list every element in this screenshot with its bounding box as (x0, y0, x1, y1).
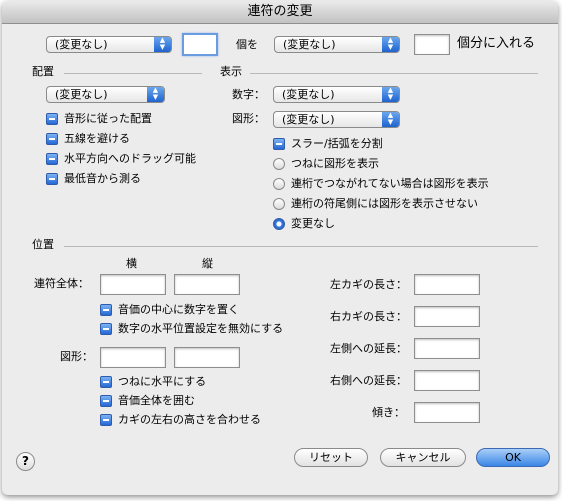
left-extension-label: 左側への延長： (330, 342, 407, 355)
label-horizontal-drag: 水平方向へのドラッグ可能 (64, 152, 196, 165)
shape-position-label: 図形： (60, 350, 93, 363)
left-extension-field[interactable] (414, 338, 480, 359)
label-ko: 個を (236, 38, 258, 51)
number-label: 数字： (232, 88, 265, 101)
whole-vertical-field[interactable] (174, 274, 240, 295)
checkbox-always-flat[interactable] (100, 376, 112, 388)
popup-value: (変更なし) (55, 88, 108, 101)
label-stem-side: 連桁の符尾側には図形を表示させない (291, 197, 478, 210)
right-extension-label: 右側への延長： (330, 374, 407, 387)
checkbox-horizontal-drag[interactable] (46, 153, 58, 165)
ok-button[interactable]: OK (476, 448, 550, 467)
popup-value: (変更なし) (282, 88, 335, 101)
popup-arrows-icon: ▲ ▼ (154, 37, 171, 52)
popup-arrows-icon: ▲ ▼ (382, 112, 399, 127)
whole-horizontal-field[interactable] (100, 274, 166, 295)
shape-horizontal-field[interactable] (100, 347, 166, 368)
label-into: 個分に入れる (457, 36, 536, 51)
label-always-flat: つねに水平にする (118, 375, 207, 388)
tuplet-count-popup[interactable]: (変更なし) ▲ ▼ (46, 36, 172, 53)
label-unbeamed-shape: 連桁でつながれてない場合は図形を表示 (291, 177, 489, 190)
shape-vertical-field[interactable] (174, 347, 240, 368)
radio-unbeamed-shape[interactable] (273, 178, 285, 190)
checkbox-avoid-staff[interactable] (46, 133, 58, 145)
label-match-hooks: カギの左右の高さを合わせる (118, 413, 261, 426)
col-horizontal: 横 (126, 257, 137, 270)
slope-label: 傾き： (372, 406, 405, 419)
checkbox-ignore-horizontal[interactable] (100, 323, 112, 335)
popup-value: (変更なし) (55, 38, 108, 51)
label-lowest-note: 最低音から測る (64, 172, 141, 185)
tuplet-dialog-window: 連符の変更 (変更なし) ▲ ▼ 個を (変更なし) ▲ ▼ 個分に入れる 配置 (… (2, 1, 558, 495)
slope-field[interactable] (414, 402, 480, 423)
checkbox-match-shape[interactable] (46, 113, 58, 125)
placement-separator (64, 73, 202, 74)
number-popup[interactable]: (変更なし) ▲ ▼ (273, 86, 400, 103)
help-button[interactable]: ? (16, 452, 35, 471)
right-extension-field[interactable] (414, 370, 480, 391)
placement-heading: 配置 (32, 65, 54, 78)
cancel-button[interactable]: キャンセル (380, 448, 466, 467)
label-no-change: 変更なし (291, 217, 335, 230)
display-heading: 表示 (220, 65, 242, 78)
checkbox-match-hooks[interactable] (100, 414, 112, 426)
label-center-number: 音価の中心に数字を置く (118, 303, 239, 316)
label-avoid-staff: 五線を避ける (64, 132, 130, 145)
placement-popup[interactable]: (変更なし) ▲ ▼ (46, 86, 165, 103)
checkbox-lowest-note[interactable] (46, 173, 58, 185)
radio-no-change[interactable] (273, 218, 285, 230)
space-count-field[interactable] (414, 34, 450, 55)
label-always-shape: つねに図形を表示 (291, 157, 379, 170)
position-separator (64, 246, 538, 247)
popup-arrows-icon: ▲ ▼ (382, 87, 399, 102)
label-ignore-horizontal: 数字の水平位置設定を無効にする (118, 322, 284, 335)
popup-arrows-icon: ▲ ▼ (382, 37, 399, 52)
right-hook-field[interactable] (414, 306, 480, 327)
left-hook-field[interactable] (414, 274, 480, 295)
position-heading: 位置 (32, 238, 54, 251)
tuplet-count-field[interactable] (182, 33, 218, 56)
col-vertical: 縦 (202, 257, 213, 270)
whole-label: 連符全体： (34, 277, 89, 290)
popup-value: (変更なし) (283, 38, 336, 51)
popup-value: (変更なし) (282, 113, 335, 126)
tuplet-unit-popup[interactable]: (変更なし) ▲ ▼ (274, 36, 400, 53)
checkbox-bracket-full[interactable] (100, 395, 112, 407)
checkbox-split-slur[interactable] (273, 138, 285, 150)
window-title: 連符の変更 (2, 1, 558, 24)
shape-label: 図形： (232, 112, 265, 125)
label-match-shape: 音形に従った配置 (64, 112, 152, 125)
label-split-slur: スラー/括弧を分割 (291, 137, 383, 150)
checkbox-center-number[interactable] (100, 304, 112, 316)
reset-button[interactable]: リセット (294, 448, 368, 467)
display-separator (250, 73, 538, 74)
label-bracket-full: 音価全体を囲む (118, 394, 195, 407)
shape-popup[interactable]: (変更なし) ▲ ▼ (273, 111, 400, 128)
radio-stem-side[interactable] (273, 198, 285, 210)
left-hook-label: 左カギの長さ： (330, 278, 407, 291)
radio-always-shape[interactable] (273, 158, 285, 170)
popup-arrows-icon: ▲ ▼ (147, 87, 164, 102)
right-hook-label: 右カギの長さ： (330, 310, 407, 323)
